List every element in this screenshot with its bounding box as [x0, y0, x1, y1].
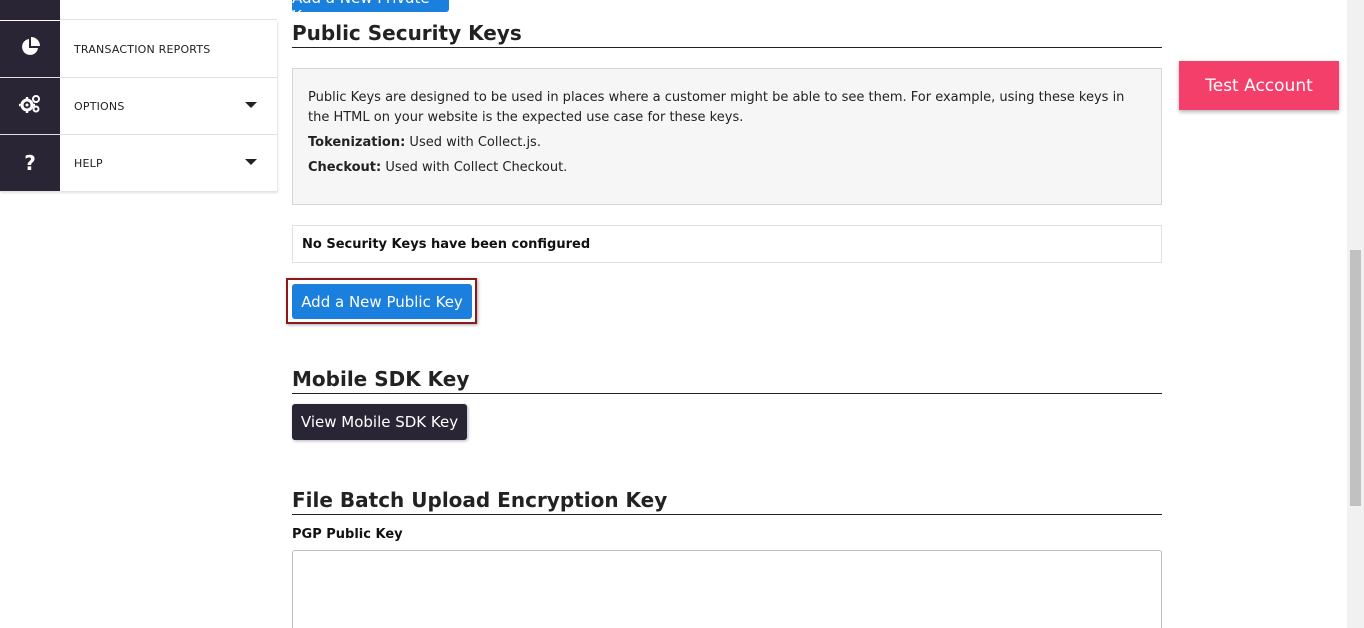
- checkout-line: Checkout: Used with Collect Checkout.: [308, 158, 1146, 178]
- sidebar-item-label: OPTIONS: [74, 99, 125, 113]
- sidebar-icon-box: [0, 78, 60, 134]
- scrollbar-thumb[interactable]: [1350, 250, 1361, 506]
- sidebar-item-transaction-reports[interactable]: TRANSACTION REPORTS: [0, 21, 277, 78]
- sidebar-item-options[interactable]: OPTIONS: [0, 78, 277, 135]
- add-private-key-label: Add a New Private Key: [292, 0, 449, 12]
- gears-icon: [19, 94, 41, 118]
- sidebar-icon-box: [0, 0, 60, 20]
- tokenization-line: Tokenization: Used with Collect.js.: [308, 133, 1146, 153]
- pgp-public-key-field[interactable]: [292, 550, 1162, 628]
- file-batch-title: File Batch Upload Encryption Key: [292, 488, 1162, 515]
- add-private-key-button[interactable]: Add a New Private Key: [292, 0, 449, 12]
- sidebar-icon-box: [0, 21, 60, 77]
- pie-chart-icon: [20, 37, 40, 61]
- no-keys-message: No Security Keys have been configured: [292, 225, 1162, 263]
- public-keys-info-box: Public Keys are designed to be used in p…: [292, 68, 1162, 205]
- mobile-sdk-title: Mobile SDK Key: [292, 367, 1162, 394]
- tokenization-label: Tokenization:: [308, 135, 406, 150]
- question-icon: ?: [24, 151, 36, 175]
- sidebar-item-label: HELP: [74, 156, 103, 170]
- chevron-down-icon[interactable]: [245, 159, 257, 165]
- sidebar-item-label: TRANSACTION REPORTS: [74, 42, 211, 56]
- pgp-public-key-label: PGP Public Key: [292, 527, 403, 542]
- add-public-key-button[interactable]: Add a New Public Key: [292, 284, 472, 319]
- checkout-label: Checkout:: [308, 160, 382, 175]
- sidebar-item-help[interactable]: ? HELP: [0, 135, 277, 192]
- sidebar-item-previous[interactable]: [0, 0, 277, 20]
- sidebar-icon-box: ?: [0, 135, 60, 191]
- tokenization-text: Used with Collect.js.: [405, 135, 541, 150]
- public-keys-description: Public Keys are designed to be used in p…: [308, 90, 1125, 125]
- public-keys-title: Public Security Keys: [292, 21, 1162, 48]
- test-account-button[interactable]: Test Account: [1179, 61, 1339, 110]
- chevron-down-icon[interactable]: [245, 102, 257, 108]
- view-mobile-sdk-key-button[interactable]: View Mobile SDK Key: [292, 404, 467, 440]
- checkout-text: Used with Collect Checkout.: [381, 160, 568, 175]
- sidebar: TRANSACTION REPORTS OPTIONS ? HELP: [0, 0, 277, 192]
